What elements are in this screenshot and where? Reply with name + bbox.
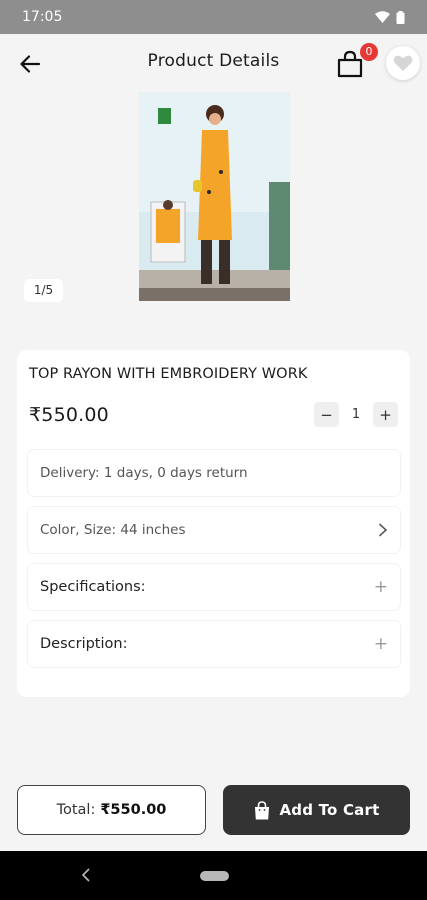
wifi-icon (375, 11, 390, 23)
product-name: TOP RAYON WITH EMBROIDERY WORK (29, 366, 308, 382)
cart-count-badge: 0 (360, 43, 378, 61)
product-image[interactable] (139, 92, 290, 301)
app-bar: Product Details 0 (0, 34, 427, 92)
specifications-label: Specifications: (40, 579, 146, 595)
total-price-box: Total: ₹550.00 (17, 785, 206, 835)
system-back-button[interactable] (81, 866, 90, 887)
plus-icon: + (373, 576, 388, 597)
chevron-right-icon (379, 523, 388, 537)
product-photo (139, 92, 290, 301)
battery-icon (396, 10, 405, 24)
delivery-info-row: Delivery: 1 days, 0 days return (28, 450, 400, 496)
product-price: ₹550.00 (29, 404, 109, 426)
product-card: TOP RAYON WITH EMBROIDERY WORK ₹550.00 −… (17, 350, 410, 697)
image-counter: 1/5 (24, 279, 63, 302)
status-time: 17:05 (22, 9, 63, 25)
delivery-info: Delivery: 1 days, 0 days return (40, 465, 248, 481)
description-row[interactable]: Description: + (28, 621, 400, 667)
bottom-action-bar: Total: ₹550.00 Add To Cart (0, 770, 427, 851)
decrease-quantity-button[interactable]: − (314, 402, 339, 427)
variant-value: 44 inches (120, 522, 186, 538)
total-label: Total: (56, 802, 96, 818)
wishlist-button[interactable] (386, 46, 420, 80)
heart-icon (393, 55, 413, 71)
specifications-row[interactable]: Specifications: + (28, 564, 400, 610)
variant-label: Color, Size: (40, 522, 117, 538)
chevron-left-icon (81, 868, 90, 882)
add-to-cart-button[interactable]: Add To Cart (223, 785, 410, 835)
increase-quantity-button[interactable]: + (373, 402, 398, 427)
description-label: Description: (40, 636, 128, 652)
plus-icon: + (373, 633, 388, 654)
status-bar: 17:05 (0, 0, 427, 34)
status-icons (375, 10, 405, 24)
system-home-button[interactable] (200, 871, 229, 881)
system-navigation-bar (0, 851, 427, 900)
quantity-value: 1 (351, 407, 361, 422)
quantity-stepper: − 1 + (314, 402, 398, 427)
add-to-cart-label: Add To Cart (279, 801, 380, 819)
shopping-bag-icon (254, 800, 269, 819)
variant-selector-row[interactable]: Color, Size: 44 inches (28, 507, 400, 553)
variant-info: Color, Size: 44 inches (40, 522, 186, 538)
total-amount: ₹550.00 (100, 802, 167, 818)
